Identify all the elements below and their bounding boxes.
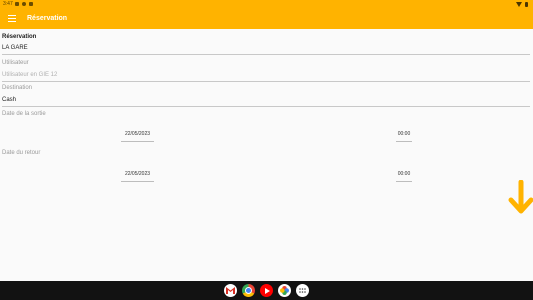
location-field[interactable]: LA GARE: [2, 45, 530, 55]
notification-icons: [15, 2, 33, 6]
user-field[interactable]: Utilisateur en GIE 12: [2, 72, 530, 82]
system-indicators: [516, 2, 528, 7]
page-title: Réservation: [27, 15, 68, 22]
return-time-picker[interactable]: 00:00: [396, 171, 412, 182]
record-icon: [22, 2, 26, 6]
scroll-down-arrow-icon[interactable]: [508, 180, 533, 216]
menu-icon[interactable]: [8, 15, 16, 22]
download-icon: [29, 2, 33, 6]
navigation-bar: [0, 281, 533, 300]
departure-label: Date de la sortie: [2, 111, 46, 117]
photos-icon[interactable]: [278, 284, 291, 297]
status-time: 3:47: [3, 1, 13, 7]
departure-date-picker[interactable]: 22/05/2023: [121, 131, 154, 142]
return-date-picker[interactable]: 22/05/2023: [121, 171, 154, 182]
return-label: Date du retour: [2, 150, 41, 156]
app-bar: Réservation: [0, 9, 533, 29]
status-bar: 3:47: [0, 0, 533, 9]
destination-value: Cash: [2, 97, 17, 103]
wifi-icon: [516, 2, 522, 7]
app-drawer-icon[interactable]: [296, 284, 309, 297]
gear-icon: [15, 2, 19, 6]
reservation-form: Réservation LA GARE Utilisateur Utilisat…: [0, 29, 533, 281]
location-value: LA GARE: [2, 45, 28, 51]
gmail-icon[interactable]: [224, 284, 237, 297]
destination-field[interactable]: Cash: [2, 97, 530, 107]
chrome-icon[interactable]: [242, 284, 255, 297]
youtube-icon[interactable]: [260, 284, 273, 297]
user-value: Utilisateur en GIE 12: [2, 72, 58, 78]
user-label: Utilisateur: [2, 60, 29, 66]
section-title: Réservation: [2, 34, 37, 40]
departure-time-picker[interactable]: 00:00: [396, 131, 412, 142]
destination-label: Destination: [2, 85, 33, 91]
battery-icon: [525, 2, 528, 7]
